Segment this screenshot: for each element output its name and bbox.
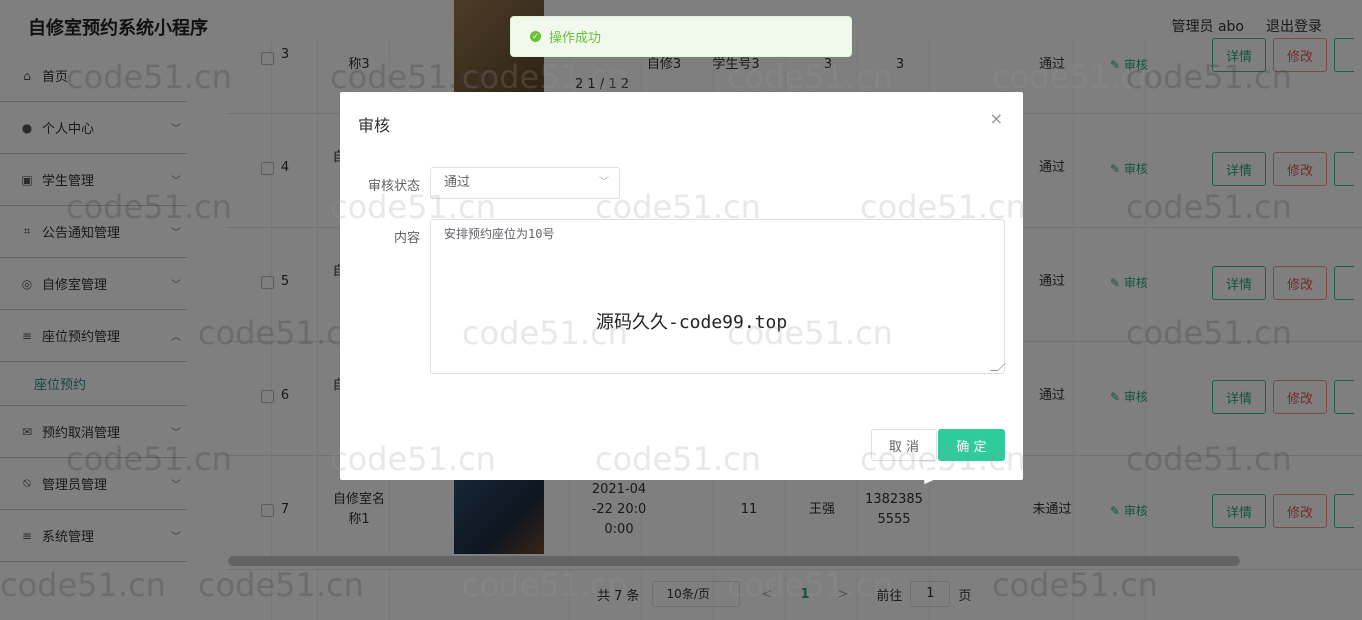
success-toast: ✓ 操作成功 — [510, 16, 852, 57]
audit-dialog: 审核 × 审核状态 通过 ﹀ 内容 安排预约座位为10号 源码久久-code99… — [340, 92, 1023, 480]
check-circle-icon: ✓ — [530, 31, 541, 42]
dialog-title: 审核 — [358, 116, 391, 135]
toast-message: 操作成功 — [549, 31, 602, 46]
content-label: 内容 — [393, 231, 420, 246]
audit-status-value: 通过 — [444, 175, 471, 190]
cancel-button[interactable]: 取 消 — [871, 429, 937, 461]
chevron-down-icon: ﹀ — [599, 177, 609, 188]
status-label: 审核状态 — [367, 179, 420, 194]
confirm-button[interactable]: 确 定 — [938, 429, 1005, 461]
overlay-watermark-text: 源码久久-code99.top — [596, 312, 788, 333]
content-textarea[interactable]: 安排预约座位为10号 — [430, 219, 1006, 374]
close-icon[interactable]: × — [990, 109, 1003, 128]
resize-handle-icon[interactable] — [990, 363, 1006, 371]
content-text: 安排预约座位为10号 — [444, 227, 555, 241]
audit-status-select[interactable]: 通过 ﹀ — [430, 167, 620, 199]
